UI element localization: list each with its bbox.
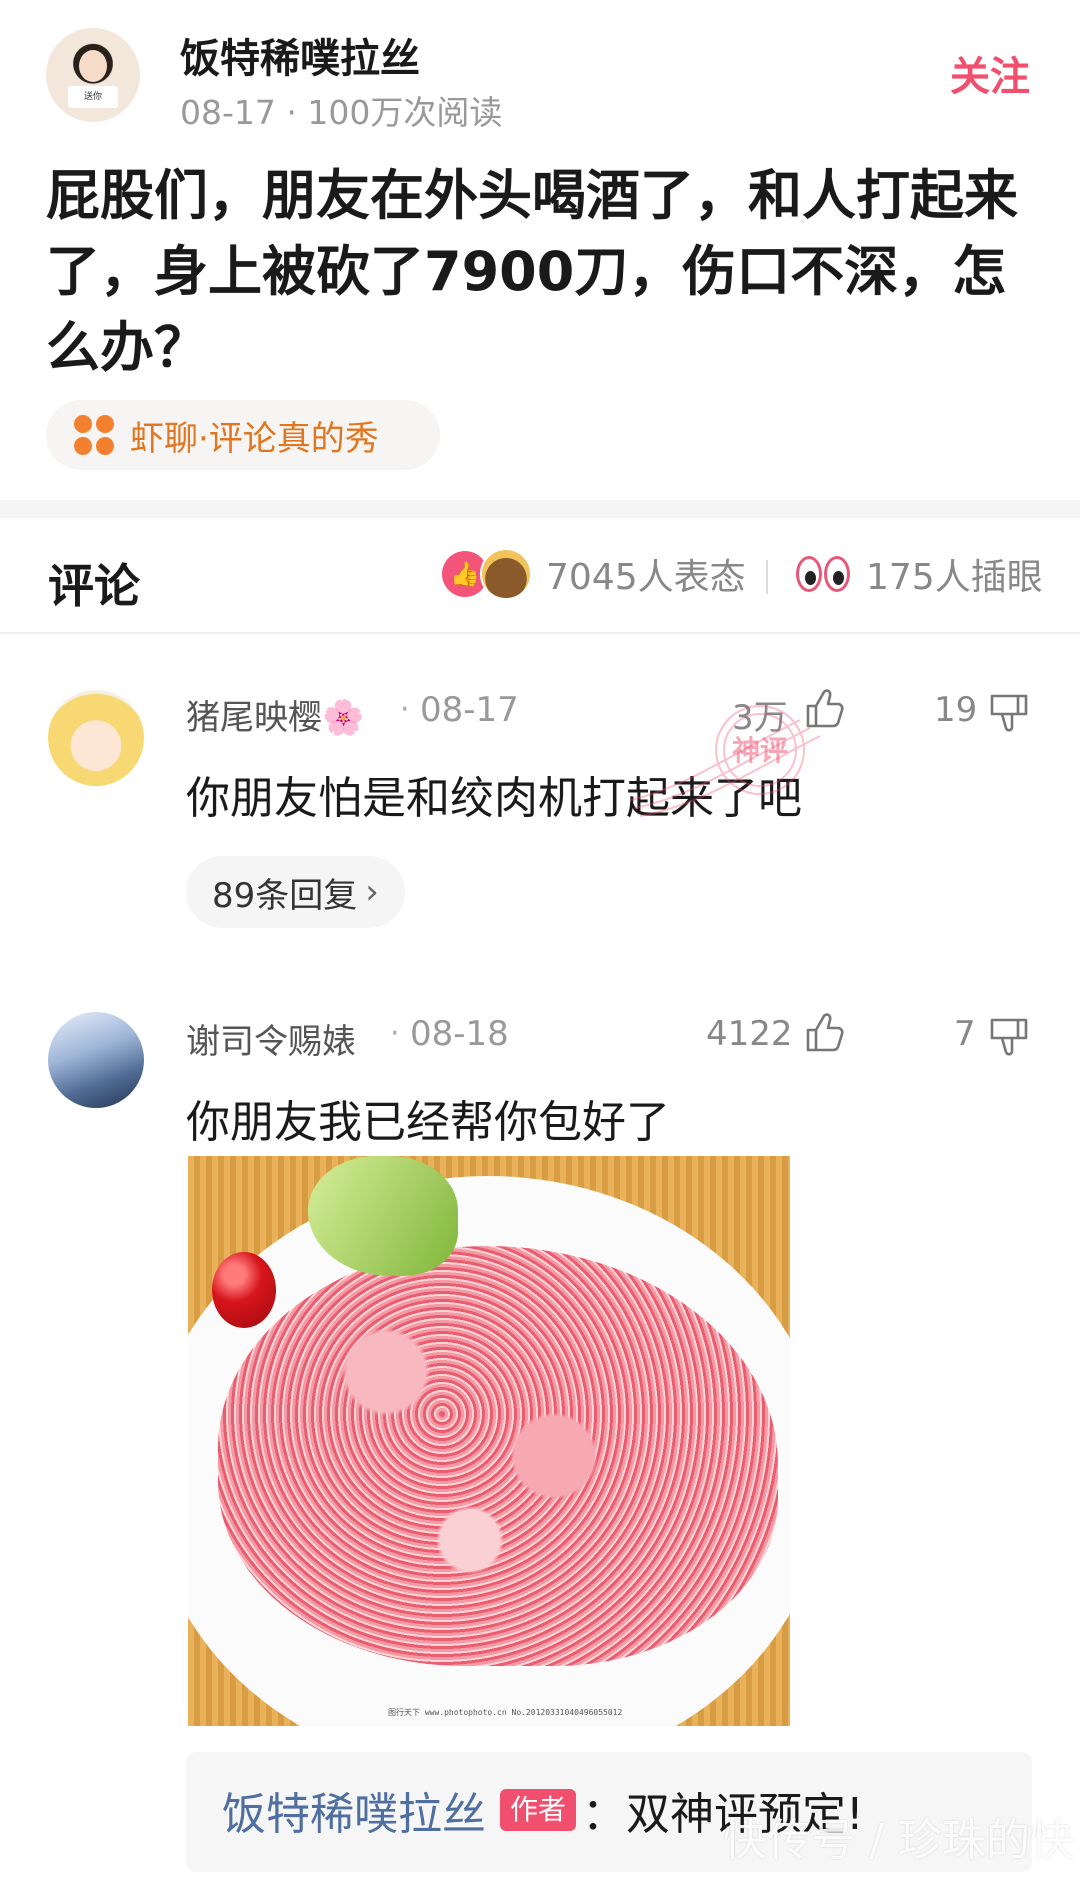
thumbs-up-icon[interactable] (802, 1010, 846, 1054)
commenter-name[interactable]: 谢司令赐婊 (186, 1014, 356, 1063)
eyes-count: 175人插眼 (866, 557, 1043, 598)
avatar-sign-text: 送你 (68, 86, 118, 108)
reactions-summary[interactable]: 👍 7045人表态 (442, 548, 746, 600)
follow-button[interactable]: 关注 (950, 44, 1030, 102)
comment-date: 08-17 (420, 690, 519, 730)
meta-dot: · (400, 692, 410, 727)
comments-divider (0, 632, 1080, 634)
commenter-avatar[interactable] (48, 690, 144, 786)
section-divider (0, 500, 1080, 518)
topic-tag-label: 虾聊·评论真的秀 (130, 418, 379, 459)
meta-dot: · (390, 1016, 400, 1051)
dislike-count: 19 (934, 690, 978, 730)
comment-text: 你朋友我已经帮你包好了 (186, 1097, 670, 1148)
author-avatar[interactable]: 送你 (46, 28, 140, 122)
eyes-summary[interactable]: 175人插眼 (796, 548, 1043, 600)
thumbs-down-icon[interactable] (988, 690, 1032, 734)
chevron-right-icon: › (365, 872, 379, 912)
comment-image[interactable]: 图行天下 www.photophoto.cn No.20120331040496… (188, 1156, 790, 1726)
thumbs-down-icon[interactable] (988, 1014, 1032, 1058)
header-separator (766, 560, 768, 594)
clover-icon (74, 415, 114, 455)
post-meta: 08-17 · 100万次阅读 (180, 93, 503, 132)
view-replies-button[interactable]: 89条回复 › (186, 856, 405, 928)
topic-tag[interactable]: 虾聊·评论真的秀 (46, 400, 440, 470)
like-count: 3万 (732, 698, 788, 738)
author-name[interactable]: 饭特稀噗拉丝 (180, 26, 420, 84)
commenter-name[interactable]: 猪尾映樱🌸 (186, 690, 364, 739)
comments-title: 评论 (48, 559, 140, 613)
image-watermark: 图行天下 www.photophoto.cn No.20120331040496… (388, 1708, 623, 1717)
commenter-avatar[interactable] (48, 1012, 144, 1108)
thumbs-up-icon[interactable] (802, 686, 846, 730)
like-count: 4122 (706, 1014, 793, 1054)
site-watermark: 快传号 / 珍珠的快 (723, 1815, 1074, 1866)
comment-date: 08-18 (410, 1014, 509, 1054)
view-replies-label: 89条回复 (212, 875, 358, 916)
avatar-face (79, 50, 107, 82)
comment-text: 你朋友怕是和绞肉机打起来了吧 (186, 773, 802, 824)
tomato-shape (212, 1252, 276, 1328)
dislike-count: 7 (954, 1014, 976, 1054)
poop-reaction-icon (480, 548, 532, 600)
reactions-count: 7045人表态 (546, 557, 746, 598)
post-title: 屁股们，朋友在外头喝酒了，和人打起来了，身上被砍了7900刀，伤口不深，怎么办？ (46, 164, 1018, 379)
author-reply-name[interactable]: 饭特稀噗拉丝 (222, 1778, 486, 1842)
eyes-icon (796, 550, 852, 598)
author-badge: 作者 (500, 1789, 577, 1831)
